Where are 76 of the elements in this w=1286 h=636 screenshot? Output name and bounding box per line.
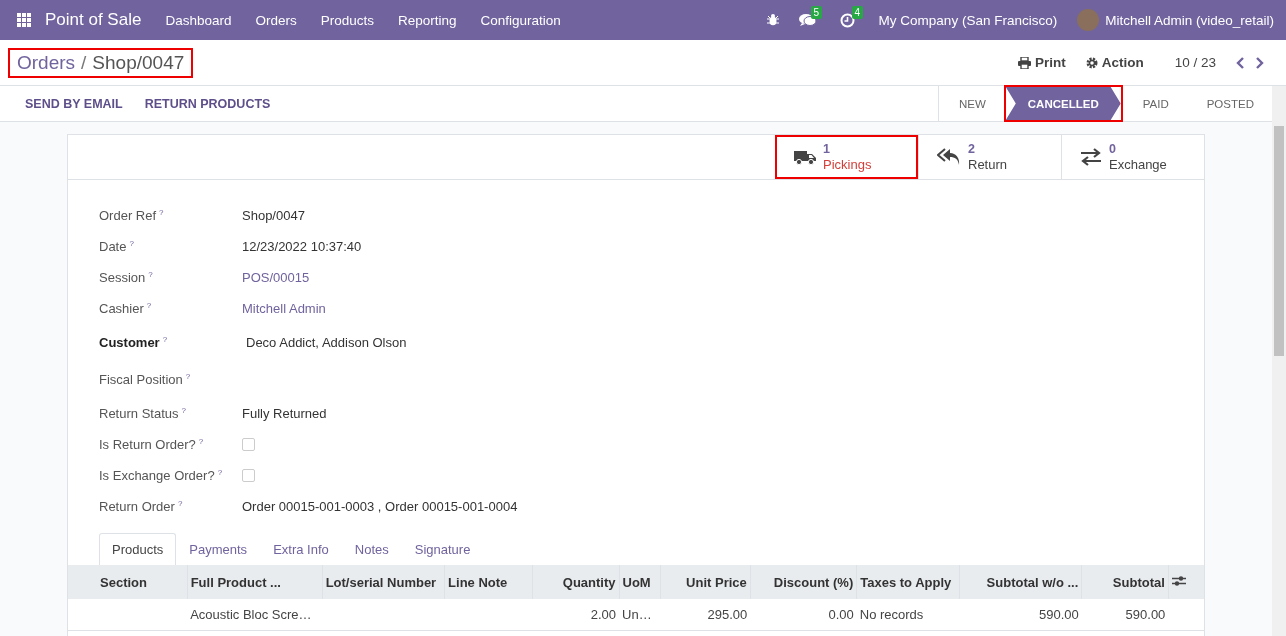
field-label: Fiscal Position $^{?}$ [99,371,192,388]
next-icon[interactable] [1254,56,1264,69]
field-label: Session $^{?}$ [99,269,154,286]
menu-item[interactable]: Configuration [480,12,561,28]
app-name[interactable]: Point of Sale [45,10,142,30]
column-header[interactable]: Line Note [444,565,533,599]
breadcrumb-separator: / [81,51,87,74]
table-cell: 590.00 [1039,607,1079,622]
table-cell: 2.00 [590,607,617,622]
tab[interactable]: Notes [341,533,402,565]
column-settings-icon[interactable] [1171,574,1186,587]
user-menu[interactable]: Mitchell Admin (video_retail) [1105,12,1274,28]
field-link[interactable]: POS/00015 [242,270,310,285]
company-switcher[interactable]: My Company (San Francisco) [878,12,1058,28]
activity-count-badge: 4 [851,5,864,19]
checkbox[interactable] [242,469,255,482]
tab[interactable]: Payments [176,533,261,565]
table-cell: No records [859,607,924,622]
bug-icon[interactable] [766,14,779,26]
chat-icon[interactable] [798,13,816,27]
truck-icon [794,148,816,166]
table-cell: 0.00 [828,607,854,622]
field-label: Date $^{?}$ [99,238,135,255]
previous-icon[interactable] [1236,56,1246,69]
field-label: Is Return Order? $^{?}$ [99,436,205,453]
column-header[interactable]: Quantity [532,565,620,599]
scrollbar[interactable] [1272,86,1286,636]
field-link[interactable]: Mitchell Admin [242,301,326,316]
status-step[interactable]: CANCELLED [1005,87,1121,120]
column-header[interactable]: Discount (%) [750,565,857,599]
table-cell: 295.00 [707,607,748,622]
column-header[interactable]: Unit Price [660,565,751,599]
field-value: Shop/0047 [242,208,305,223]
field-value[interactable]: Deco Addict, Addison Olson [242,335,407,350]
field-label: Return Order $^{?}$ [99,498,184,515]
header-action-button[interactable]: SEND BY EMAIL [14,92,134,115]
tab[interactable]: Extra Info [260,533,342,565]
apps-menu-icon[interactable] [17,13,31,27]
table-cell: Un… [622,607,652,622]
breadcrumb-current: Shop/0047 [92,51,185,74]
field-value: Fully Returned [242,406,327,421]
column-header[interactable]: UoM [619,565,661,599]
field-label: Order Ref $^{?}$ [99,207,165,224]
breadcrumb-link[interactable]: Orders [17,51,76,74]
printer-icon [1017,56,1031,69]
column-header[interactable]: Full Product ... [187,565,323,599]
smart-button[interactable]: 1 Pickings [775,135,918,179]
field-value: 12/23/2022 10:37:40 [242,239,362,254]
field-value: Order 00015-001-0003 , Order 00015-001-0004 [242,499,518,514]
menu-item[interactable]: Orders [255,12,297,28]
print-button[interactable]: Print [1014,53,1069,72]
field-label: Is Exchange Order? $^{?}$ [99,467,224,484]
menu-item[interactable]: Dashboard [165,12,232,28]
tab[interactable]: Signature [401,533,484,565]
menu-item[interactable]: Products [320,12,374,28]
checkbox[interactable] [242,438,255,451]
column-header[interactable]: Lot/serial Number [322,565,445,599]
field-label: Cashier $^{?}$ [99,300,153,317]
column-header[interactable]: Section [68,565,188,599]
clock-icon[interactable] [839,12,855,28]
exchange-icon [1080,148,1102,166]
pager-value: 10 / 23 [1174,55,1216,70]
column-header[interactable]: Taxes to Apply [856,565,960,599]
table-cell: Acoustic Bloc Scre… [190,607,312,622]
menu-item[interactable]: Reporting [398,12,457,28]
column-header[interactable]: Subtotal w/o ... [959,565,1082,599]
field-label: Customer $^{?}$ [99,334,169,351]
message-count-badge: 5 [810,6,823,19]
header-action-button[interactable]: RETURN PRODUCTS [133,92,282,115]
gear-icon [1085,56,1098,69]
field-label: Return Status $^{?}$ [99,405,187,422]
reply-all-icon [937,148,961,166]
tab[interactable]: Products [99,533,177,565]
column-header[interactable]: Subtotal [1081,565,1169,599]
action-button[interactable]: Action [1082,53,1147,72]
table-cell: 590.00 [1125,607,1166,622]
